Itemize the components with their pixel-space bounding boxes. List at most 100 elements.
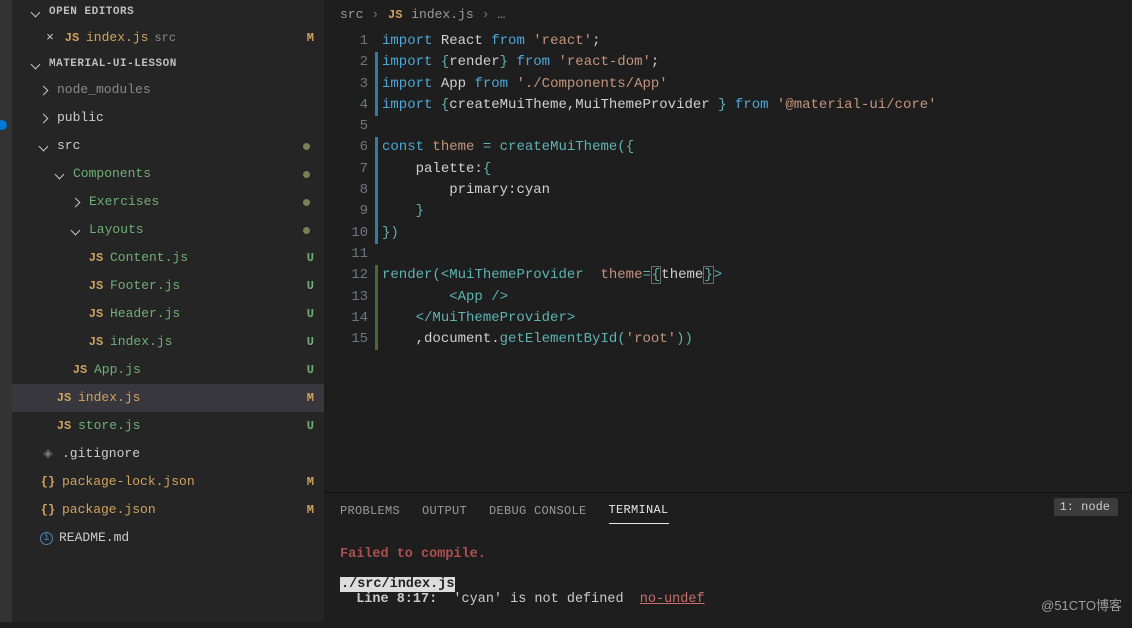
code-line[interactable]: ,document.getElementById('root')) xyxy=(382,329,937,350)
scm-tag: U xyxy=(307,275,314,297)
tree-item-name: src xyxy=(57,135,80,157)
terminal-selector[interactable]: 1: node xyxy=(1054,498,1118,516)
open-editors-header[interactable]: OPEN EDITORS xyxy=(12,0,324,24)
tree-item-name: node_modules xyxy=(57,79,151,101)
activity-bar xyxy=(0,0,12,622)
code-line[interactable] xyxy=(382,244,937,265)
terminal-rule-link[interactable]: no-undef xyxy=(640,592,705,607)
tree-item-name: index.js xyxy=(110,331,172,353)
open-editor-item[interactable]: × JS index.js src M xyxy=(12,24,324,52)
panel-tab-debug-console[interactable]: DEBUG CONSOLE xyxy=(489,498,587,524)
tree-item-name: Content.js xyxy=(110,247,188,269)
file-tree: node_modulespublic src Components Exercises… xyxy=(12,76,324,552)
open-editor-path: src xyxy=(154,27,176,49)
tree-item[interactable]: {}package-lock.jsonM xyxy=(12,468,324,496)
scm-tag: M xyxy=(307,27,314,49)
workspace-header[interactable]: MATERIAL-UI-LESSON xyxy=(12,52,324,76)
scm-tag: M xyxy=(307,499,314,521)
terminal-file: ./src/index.js xyxy=(340,577,455,592)
info-icon: i xyxy=(40,532,53,545)
js-icon: JS xyxy=(88,303,104,325)
panel-tab-output[interactable]: OUTPUT xyxy=(422,498,467,524)
code-line[interactable]: import App from './Components/App' xyxy=(382,74,937,95)
scm-tag: U xyxy=(307,415,314,437)
js-icon: JS xyxy=(72,359,88,381)
tree-item[interactable]: public xyxy=(12,104,324,132)
tree-item-name: Footer.js xyxy=(110,275,180,297)
tree-item-name: Header.js xyxy=(110,303,180,325)
tree-item-name: store.js xyxy=(78,415,140,437)
code-line[interactable]: primary:cyan xyxy=(382,180,937,201)
scm-tag: U xyxy=(307,247,314,269)
breadcrumb-part[interactable]: src xyxy=(340,7,363,22)
tree-item-name: Components xyxy=(73,163,151,185)
code-line[interactable]: import React from 'react'; xyxy=(382,31,937,52)
js-icon: JS xyxy=(387,8,403,22)
js-icon: JS xyxy=(56,387,72,409)
tree-item-name: Exercises xyxy=(89,191,159,213)
tree-item[interactable]: Exercises xyxy=(12,188,324,216)
chevron-down-icon xyxy=(39,141,49,151)
tree-item[interactable]: JS Footer.js U xyxy=(12,272,324,300)
git-icon: ◈ xyxy=(40,443,56,465)
code-editor[interactable]: 123456789101112131415 import React from … xyxy=(324,27,1132,492)
tree-item[interactable]: Layouts xyxy=(12,216,324,244)
code-line[interactable]: } xyxy=(382,201,937,222)
breadcrumb-sep: › xyxy=(371,7,379,22)
panel-tab-problems[interactable]: PROBLEMS xyxy=(340,498,400,524)
terminal-error-line: Failed to compile. xyxy=(340,547,486,562)
tree-item[interactable]: JSHeader.jsU xyxy=(12,300,324,328)
dirty-dot-icon xyxy=(303,171,310,178)
tree-item-name: App.js xyxy=(94,359,141,381)
breadcrumb-part[interactable]: index.js xyxy=(411,7,473,22)
breadcrumb-part[interactable]: … xyxy=(497,7,505,22)
tree-item[interactable]: JSstore.jsU xyxy=(12,412,324,440)
tree-item[interactable]: JSContent.jsU xyxy=(12,244,324,272)
code-line[interactable]: palette:{ xyxy=(382,159,937,180)
breadcrumb-sep: › xyxy=(482,7,490,22)
scm-tag: M xyxy=(307,471,314,493)
code-line[interactable]: import {render} from 'react-dom'; xyxy=(382,52,937,73)
code-line[interactable]: const theme = createMuiTheme({ xyxy=(382,137,937,158)
code-line[interactable]: import {createMuiTheme,MuiThemeProvider … xyxy=(382,95,937,116)
tree-item-name: package.json xyxy=(62,499,156,521)
tree-item[interactable]: JS App.js U xyxy=(12,356,324,384)
open-editor-name: index.js xyxy=(86,27,148,49)
panel-tab-terminal[interactable]: TERMINAL xyxy=(609,497,669,524)
tree-item[interactable]: iREADME.md xyxy=(12,524,324,552)
code-line[interactable]: <App /> xyxy=(382,287,937,308)
tree-item[interactable]: {}package.jsonM xyxy=(12,496,324,524)
tree-item[interactable]: JSindex.jsM xyxy=(12,384,324,412)
tree-item[interactable]: ◈.gitignore xyxy=(12,440,324,468)
sidebar: OPEN EDITORS × JS index.js src M MATERIA… xyxy=(12,0,324,622)
json-icon: {} xyxy=(40,471,56,493)
code-line[interactable] xyxy=(382,116,937,137)
gutter: 123456789101112131415 xyxy=(324,27,382,492)
close-icon[interactable]: × xyxy=(42,27,58,49)
terminal-output[interactable]: Failed to compile. ./src/index.js Line 8… xyxy=(324,524,1132,622)
code-line[interactable]: }) xyxy=(382,223,937,244)
editor-area: src › JS index.js › … 123456789101112131… xyxy=(324,0,1132,622)
tree-item[interactable]: JS index.js U xyxy=(12,328,324,356)
code-line[interactable]: </MuiThemeProvider> xyxy=(382,308,937,329)
scm-tag: M xyxy=(307,387,314,409)
open-editors-title: OPEN EDITORS xyxy=(49,6,134,18)
tree-item[interactable]: Components xyxy=(12,160,324,188)
watermark: @51CTO博客 xyxy=(1041,595,1122,614)
panel-tabs: PROBLEMS OUTPUT DEBUG CONSOLE TERMINAL xyxy=(324,493,1132,524)
code-lines[interactable]: import React from 'react';import {render… xyxy=(382,27,937,492)
scm-tag: U xyxy=(307,331,314,353)
terminal-msg: 'cyan' is not defined xyxy=(437,592,640,607)
scm-tag: U xyxy=(307,359,314,381)
js-icon: JS xyxy=(88,275,104,297)
chevron-right-icon xyxy=(39,85,49,95)
terminal-loc: Line 8:17: xyxy=(340,592,437,607)
breadcrumb[interactable]: src › JS index.js › … xyxy=(324,0,1132,27)
activity-indicator xyxy=(0,120,7,130)
tree-item[interactable]: src xyxy=(12,132,324,160)
dirty-dot-icon xyxy=(303,227,310,234)
dirty-dot-icon xyxy=(303,199,310,206)
code-line[interactable]: render(<MuiThemeProvider theme={theme}> xyxy=(382,265,937,286)
js-icon: JS xyxy=(88,331,104,353)
tree-item[interactable]: node_modules xyxy=(12,76,324,104)
